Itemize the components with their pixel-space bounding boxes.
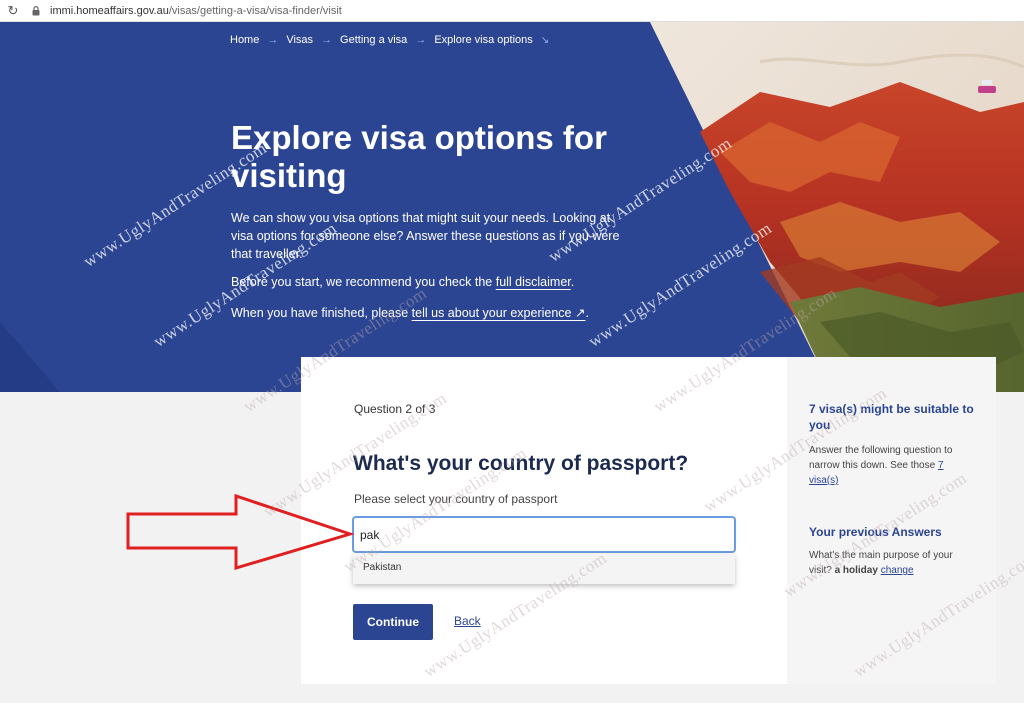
hero-banner: Home → Visas → Getting a visa → Explore …	[0, 22, 1024, 392]
disclaimer-suffix: .	[570, 275, 575, 289]
breadcrumb-getting-a-visa[interactable]: Getting a visa	[340, 34, 407, 46]
suggestion-dropdown: Pakistan	[353, 554, 735, 584]
arrow-right-icon: →	[267, 34, 279, 46]
results-text-body: Answer the following question to narrow …	[809, 445, 953, 471]
feedback-line: When you have finished, please tell us a…	[231, 305, 589, 320]
reload-icon[interactable]: ↻	[0, 3, 26, 19]
red-arrow-annotation	[126, 493, 354, 571]
disclaimer-line: Before you start, we recommend you check…	[231, 275, 574, 289]
previous-answers-heading: Your previous Answers	[809, 525, 942, 539]
arrow-down-right-icon: ↘	[540, 34, 550, 46]
breadcrumb-visas[interactable]: Visas	[286, 34, 313, 46]
feedback-suffix: .	[585, 306, 589, 320]
back-link[interactable]: Back	[454, 614, 481, 628]
results-heading: 7 visa(s) might be suitable to you	[809, 402, 974, 432]
url-path: /visas/getting-a-visa/visa-finder/visit	[168, 4, 342, 17]
feedback-link[interactable]: tell us about your experience ↗	[412, 306, 586, 320]
arrow-right-icon: →	[321, 34, 333, 46]
change-answer-link[interactable]: change	[881, 565, 914, 576]
question-title: What's your country of passport?	[353, 452, 689, 475]
results-text: Answer the following question to narrow …	[809, 443, 969, 488]
lock-icon[interactable]	[32, 5, 44, 16]
breadcrumb: Home → Visas → Getting a visa → Explore …	[230, 34, 549, 46]
breadcrumb-explore-visa-options[interactable]: Explore visa options	[434, 34, 532, 46]
suggestion-option-pakistan[interactable]: Pakistan	[353, 554, 735, 581]
url-field[interactable]: immi.homeaffairs.gov.au/visas/getting-a-…	[50, 5, 342, 17]
breadcrumb-home[interactable]: Home	[230, 34, 259, 46]
question-hint: Please select your country of passport	[354, 492, 558, 506]
question-progress: Question 2 of 3	[354, 402, 436, 416]
full-disclaimer-link[interactable]: full disclaimer	[496, 275, 571, 289]
country-passport-input[interactable]	[352, 516, 736, 553]
page-title: Explore visa options for visiting	[231, 119, 607, 194]
hero-intro-text: We can show you visa options that might …	[231, 211, 620, 261]
disclaimer-prefix: Before you start, we recommend you check…	[231, 275, 496, 289]
hero-landscape-image	[0, 22, 1024, 392]
browser-address-bar: ↻ immi.homeaffairs.gov.au/visas/getting-…	[0, 0, 1024, 22]
previous-answer-text: What's the main purpose of your visit? a…	[809, 548, 969, 578]
feedback-prefix: When you have finished, please	[231, 306, 412, 320]
arrow-right-icon: →	[415, 34, 427, 46]
continue-button[interactable]: Continue	[353, 604, 433, 640]
previous-answer-value: a holiday	[834, 565, 878, 576]
url-host: immi.homeaffairs.gov.au	[50, 4, 169, 17]
